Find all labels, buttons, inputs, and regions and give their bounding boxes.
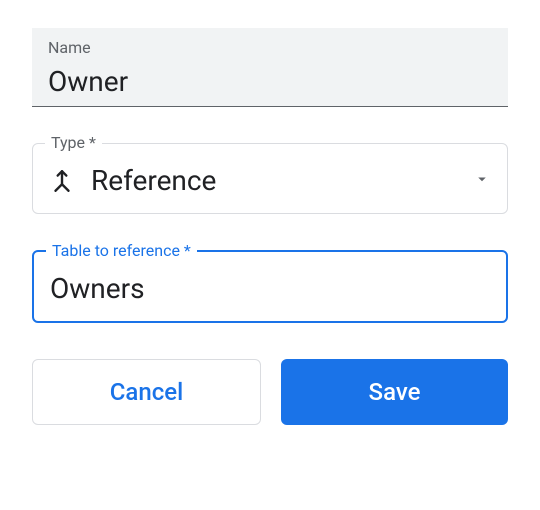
- name-field[interactable]: Name Owner: [32, 28, 508, 107]
- name-value: Owner: [48, 65, 492, 98]
- name-label: Name: [48, 38, 492, 57]
- table-reference-value: Owners: [50, 272, 490, 305]
- type-select[interactable]: Type * Reference: [32, 143, 508, 214]
- button-row: Cancel Save: [32, 359, 508, 425]
- type-label: Type *: [45, 133, 102, 152]
- cancel-button[interactable]: Cancel: [32, 359, 261, 425]
- chevron-down-icon: [473, 170, 491, 192]
- save-button[interactable]: Save: [281, 359, 508, 425]
- table-reference-select[interactable]: Table to reference * Owners: [32, 250, 508, 323]
- merge-icon: [49, 168, 75, 194]
- type-value: Reference: [91, 164, 473, 197]
- table-reference-label: Table to reference *: [46, 241, 197, 260]
